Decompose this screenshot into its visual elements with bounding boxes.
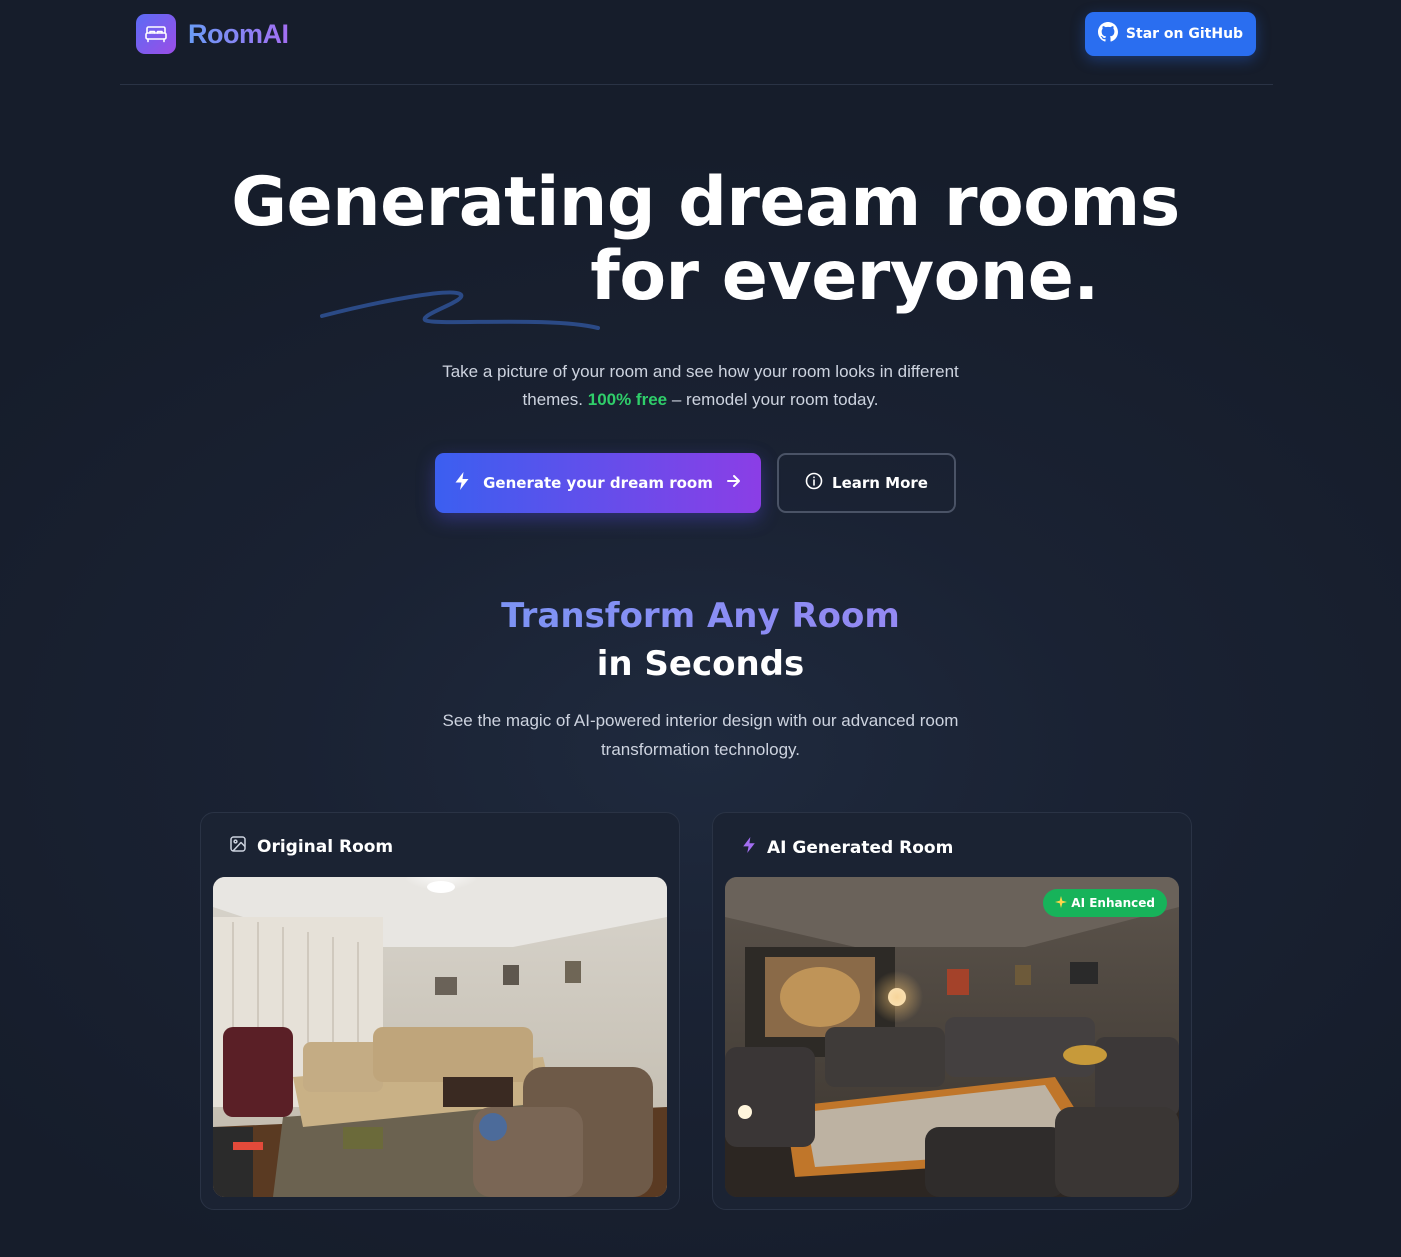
bolt-icon	[453, 471, 471, 495]
github-button-label: Star on GitHub	[1125, 26, 1244, 42]
sparkle-icon	[1055, 895, 1068, 911]
ai-enhanced-badge: AI Enhanced	[1043, 889, 1167, 917]
hero-subtitle-line2: themes. 100% free – remodel your room to…	[0, 386, 1401, 414]
generate-dream-room-button[interactable]: Generate your dream room	[435, 453, 761, 513]
section-title: Transform Any Room in Seconds	[0, 592, 1401, 688]
section-title-plain: in Seconds	[596, 644, 805, 684]
section-desc-line2: transformation technology.	[600, 740, 801, 759]
hero-subtitle-line1: Take a picture of your room and see how …	[442, 362, 959, 381]
bed-icon	[136, 14, 176, 54]
info-icon	[805, 472, 823, 494]
hero-title-line1: Generating dream rooms	[231, 163, 1180, 242]
free-highlight: 100% free	[587, 390, 668, 409]
section-title-gradient: Transform Any Room	[0, 592, 1401, 640]
bolt-icon	[741, 835, 757, 860]
ai-generated-room-card: AI Generated Room AI Enhanced	[712, 812, 1192, 1210]
hero-subtitle: Take a picture of your room and see how …	[0, 358, 1401, 414]
ai-enhanced-label: AI Enhanced	[1071, 896, 1155, 910]
original-room-header: Original Room	[229, 835, 393, 858]
section-description: See the magic of AI-powered interior des…	[0, 706, 1401, 764]
subtitle-themes: themes.	[522, 390, 583, 409]
brand-logo[interactable]: RoomAI	[136, 14, 289, 54]
section-desc-line1: See the magic of AI-powered interior des…	[442, 711, 959, 730]
site-header: RoomAI Star on GitHub	[120, 0, 1273, 85]
original-room-label: Original Room	[257, 836, 394, 857]
cta-label: Generate your dream room	[483, 474, 713, 492]
subtitle-end: – remodel your room today.	[671, 390, 879, 409]
brand-name: RoomAI	[188, 18, 289, 49]
hero-title-line2: for everyone.	[590, 237, 1099, 316]
image-icon	[229, 835, 247, 858]
arrow-right-icon	[725, 474, 743, 492]
ai-generated-room-image: AI Enhanced	[725, 877, 1179, 1197]
squiggle-decoration	[320, 290, 600, 330]
original-room-card: Original Room	[200, 812, 680, 1210]
hero-title: Generating dream rooms for everyone.	[0, 166, 1401, 314]
ai-generated-room-header: AI Generated Room	[741, 835, 953, 860]
github-icon	[1097, 22, 1118, 46]
learn-more-button[interactable]: Learn More	[777, 453, 956, 513]
ai-generated-room-label: AI Generated Room	[767, 837, 954, 858]
original-room-image	[213, 877, 667, 1197]
learn-more-label: Learn More	[832, 474, 928, 492]
star-on-github-button[interactable]: Star on GitHub	[1085, 12, 1256, 56]
